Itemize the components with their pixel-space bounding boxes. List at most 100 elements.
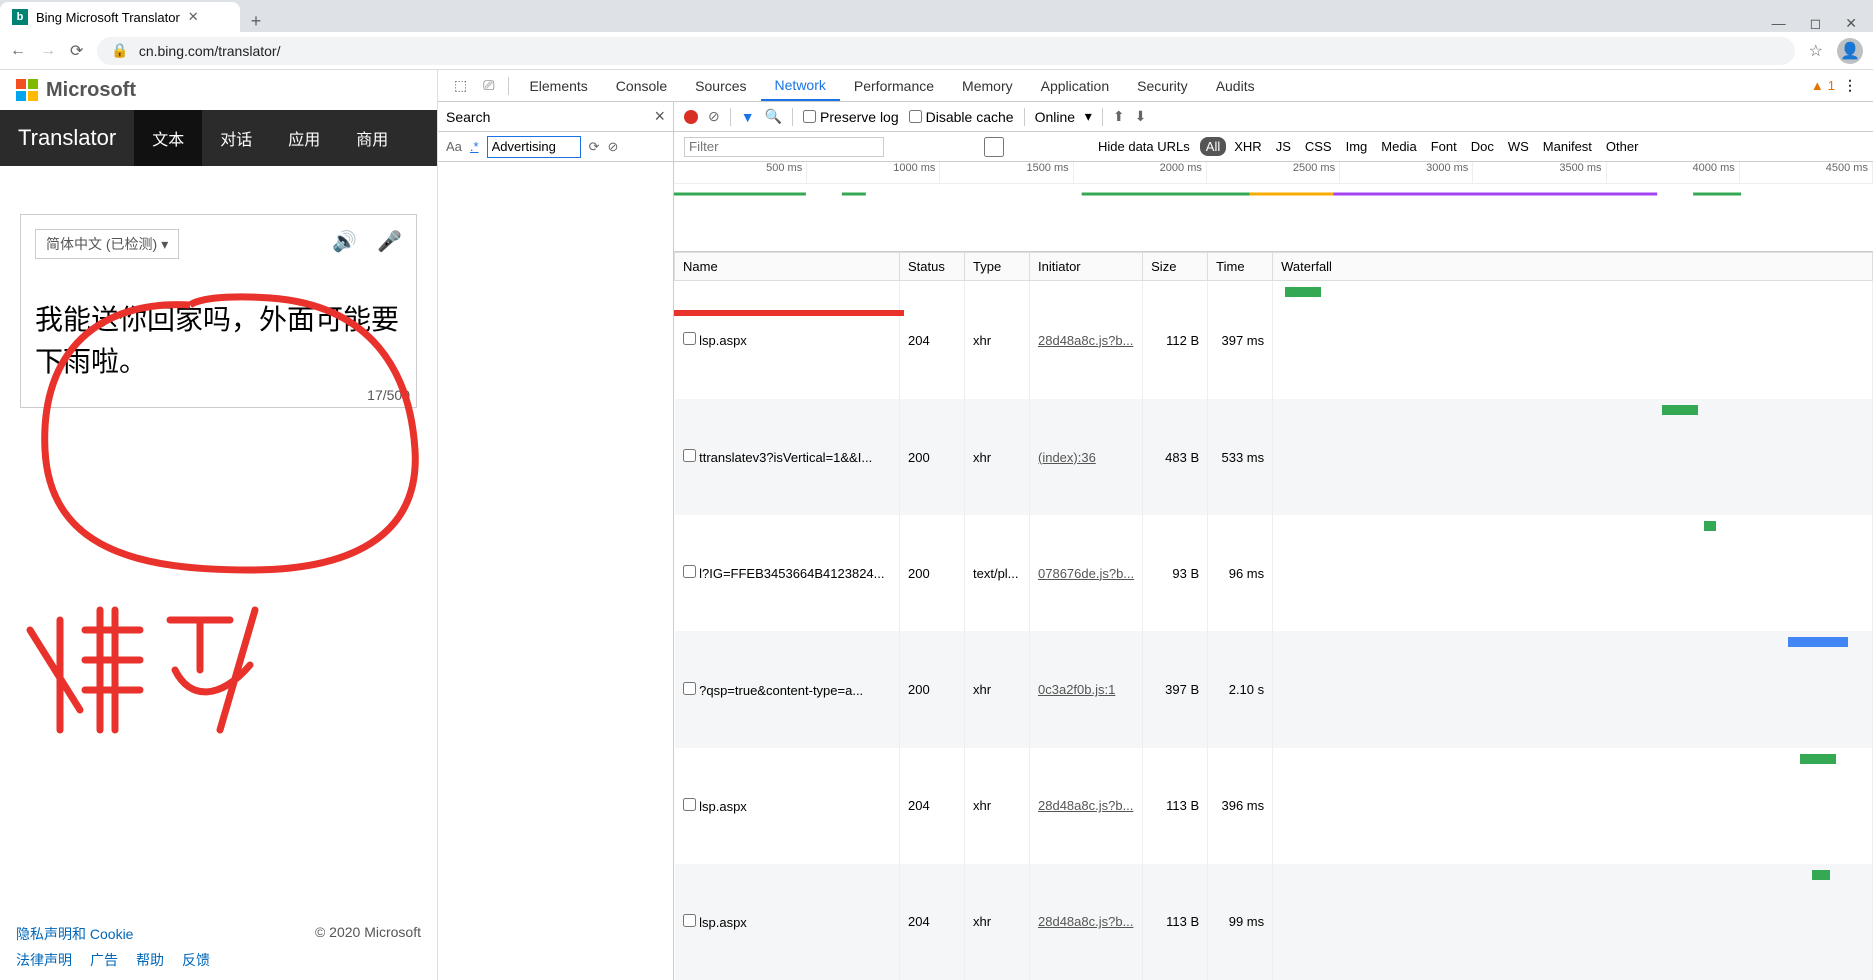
filter-input[interactable] xyxy=(684,137,884,157)
device-icon[interactable]: ⎚ xyxy=(475,77,502,94)
devtools-tab-console[interactable]: Console xyxy=(602,70,681,101)
preserve-log-checkbox[interactable]: Preserve log xyxy=(803,109,899,125)
network-timeline[interactable]: 500 ms1000 ms1500 ms2000 ms2500 ms3000 m… xyxy=(674,162,1873,252)
initiator-link[interactable]: 28d48a8c.js?b... xyxy=(1030,864,1143,980)
devtools-tab-security[interactable]: Security xyxy=(1123,70,1202,101)
close-icon[interactable]: ✕ xyxy=(188,9,199,25)
filter-icon[interactable]: ▼ xyxy=(741,109,755,125)
close-icon[interactable]: × xyxy=(654,106,665,127)
filter-type-all[interactable]: All xyxy=(1200,137,1226,156)
filter-type-xhr[interactable]: XHR xyxy=(1228,137,1267,156)
clear-icon[interactable]: ⊘ xyxy=(607,139,618,155)
row-checkbox[interactable] xyxy=(683,332,696,345)
devtools-tab-application[interactable]: Application xyxy=(1027,70,1124,101)
initiator-link[interactable]: 28d48a8c.js?b... xyxy=(1030,748,1143,864)
help-link[interactable]: 帮助 xyxy=(136,950,164,970)
devtools-tab-network[interactable]: Network xyxy=(761,70,840,101)
devtools-menu-icon[interactable]: ⋮ xyxy=(1835,77,1865,94)
speaker-icon[interactable]: 🔊 xyxy=(332,229,357,254)
timeline-tick: 3500 ms xyxy=(1473,162,1606,183)
network-row[interactable]: ?qsp=true&content-type=a...200xhr0c3a2f0… xyxy=(675,631,1873,747)
feedback-link[interactable]: 反馈 xyxy=(182,950,210,970)
throttling-select[interactable]: Online ▾ xyxy=(1035,108,1092,125)
column-status[interactable]: Status xyxy=(900,253,965,281)
microsoft-header: Microsoft xyxy=(0,70,437,110)
page-content: Microsoft Translator 文本 对话 应用 商用 简体中文 (已… xyxy=(0,70,438,980)
disable-cache-checkbox[interactable]: Disable cache xyxy=(909,109,1014,125)
devtools-tab-elements[interactable]: Elements xyxy=(515,70,601,101)
source-text-box[interactable]: 简体中文 (已检测) ▾ 🔊 🎤 我能送你回家吗，外面可能要下雨啦。 17/50… xyxy=(20,214,417,408)
profile-icon[interactable]: 👤 xyxy=(1837,38,1863,64)
new-tab-button[interactable]: + xyxy=(240,11,272,32)
network-row[interactable]: ttranslatev3?isVertical=1&&I...200xhr(in… xyxy=(675,399,1873,515)
column-name[interactable]: Name xyxy=(675,253,900,281)
devtools-tab-performance[interactable]: Performance xyxy=(840,70,948,101)
network-row[interactable]: lsp.aspx204xhr28d48a8c.js?b...112 B397 m… xyxy=(675,281,1873,400)
column-type[interactable]: Type xyxy=(965,253,1030,281)
maximize-icon[interactable]: ◻ xyxy=(1810,15,1822,32)
refresh-icon[interactable]: ⟳ xyxy=(589,139,600,155)
filter-type-font[interactable]: Font xyxy=(1425,137,1463,156)
network-row[interactable]: lsp.aspx204xhr28d48a8c.js?b...113 B99 ms xyxy=(675,864,1873,980)
privacy-link[interactable]: 隐私声明和 Cookie xyxy=(16,924,133,944)
tab-conversation[interactable]: 对话 xyxy=(202,110,270,166)
window-controls: — ◻ ✕ xyxy=(1756,15,1873,32)
search-input[interactable] xyxy=(487,136,581,158)
row-checkbox[interactable] xyxy=(683,565,696,578)
record-button[interactable] xyxy=(684,110,698,124)
network-row[interactable]: lsp.aspx204xhr28d48a8c.js?b...113 B396 m… xyxy=(675,748,1873,864)
devtools-tab-audits[interactable]: Audits xyxy=(1202,70,1269,101)
column-initiator[interactable]: Initiator xyxy=(1030,253,1143,281)
filter-type-other[interactable]: Other xyxy=(1600,137,1645,156)
match-case-icon[interactable]: Aa xyxy=(446,139,462,154)
devtools-tab-memory[interactable]: Memory xyxy=(948,70,1027,101)
close-icon[interactable]: ✕ xyxy=(1845,15,1857,32)
app-title: Translator xyxy=(0,125,134,151)
filter-type-img[interactable]: Img xyxy=(1340,137,1374,156)
filter-type-manifest[interactable]: Manifest xyxy=(1537,137,1598,156)
forward-button[interactable]: → xyxy=(40,42,56,60)
minimize-icon[interactable]: — xyxy=(1772,15,1786,32)
row-checkbox[interactable] xyxy=(683,682,696,695)
warning-badge[interactable]: ▲ 1 xyxy=(1811,78,1835,93)
language-selector[interactable]: 简体中文 (已检测) ▾ xyxy=(35,229,179,259)
hide-data-urls-checkbox[interactable]: Hide data URLs xyxy=(894,137,1190,157)
row-checkbox[interactable] xyxy=(683,914,696,927)
row-checkbox[interactable] xyxy=(683,449,696,462)
bookmark-icon[interactable]: ☆ xyxy=(1809,41,1823,61)
clear-button[interactable]: ⊘ xyxy=(708,108,720,125)
reload-button[interactable]: ⟳ xyxy=(70,41,83,61)
legal-link[interactable]: 法律声明 xyxy=(16,950,72,970)
tab-text[interactable]: 文本 xyxy=(134,110,202,166)
initiator-link[interactable]: 078676de.js?b... xyxy=(1030,515,1143,631)
inspect-icon[interactable]: ⬚ xyxy=(446,77,475,94)
tab-business[interactable]: 商用 xyxy=(338,110,406,166)
network-row[interactable]: l?IG=FFEB3453664B4123824...200text/pl...… xyxy=(675,515,1873,631)
filter-type-js[interactable]: JS xyxy=(1270,137,1297,156)
download-icon[interactable]: ⬇ xyxy=(1135,108,1147,125)
devtools-tab-sources[interactable]: Sources xyxy=(681,70,760,101)
microphone-icon[interactable]: 🎤 xyxy=(377,229,402,254)
tab-apps[interactable]: 应用 xyxy=(270,110,338,166)
browser-tab[interactable]: b Bing Microsoft Translator ✕ xyxy=(0,2,240,32)
column-waterfall[interactable]: Waterfall xyxy=(1273,253,1873,281)
timeline-tick: 2000 ms xyxy=(1074,162,1207,183)
back-button[interactable]: ← xyxy=(10,42,26,60)
ads-link[interactable]: 广告 xyxy=(90,950,118,970)
filter-type-media[interactable]: Media xyxy=(1375,137,1422,156)
search-icon[interactable]: 🔍 xyxy=(765,108,782,125)
row-checkbox[interactable] xyxy=(683,798,696,811)
initiator-link[interactable]: 0c3a2f0b.js:1 xyxy=(1030,631,1143,747)
source-text[interactable]: 我能送你回家吗，外面可能要下雨啦。 xyxy=(35,299,402,383)
column-time[interactable]: Time xyxy=(1208,253,1273,281)
initiator-link[interactable]: (index):36 xyxy=(1030,399,1143,515)
column-size[interactable]: Size xyxy=(1143,253,1208,281)
filter-type-css[interactable]: CSS xyxy=(1299,137,1338,156)
url-field[interactable]: 🔒 cn.bing.com/translator/ xyxy=(97,37,1794,65)
upload-icon[interactable]: ⬆ xyxy=(1113,108,1125,125)
initiator-link[interactable]: 28d48a8c.js?b... xyxy=(1030,281,1143,400)
regex-icon[interactable]: .* xyxy=(470,139,479,154)
filter-type-ws[interactable]: WS xyxy=(1502,137,1535,156)
filter-type-doc[interactable]: Doc xyxy=(1465,137,1500,156)
network-table[interactable]: NameStatusTypeInitiatorSizeTimeWaterfall… xyxy=(674,252,1873,980)
